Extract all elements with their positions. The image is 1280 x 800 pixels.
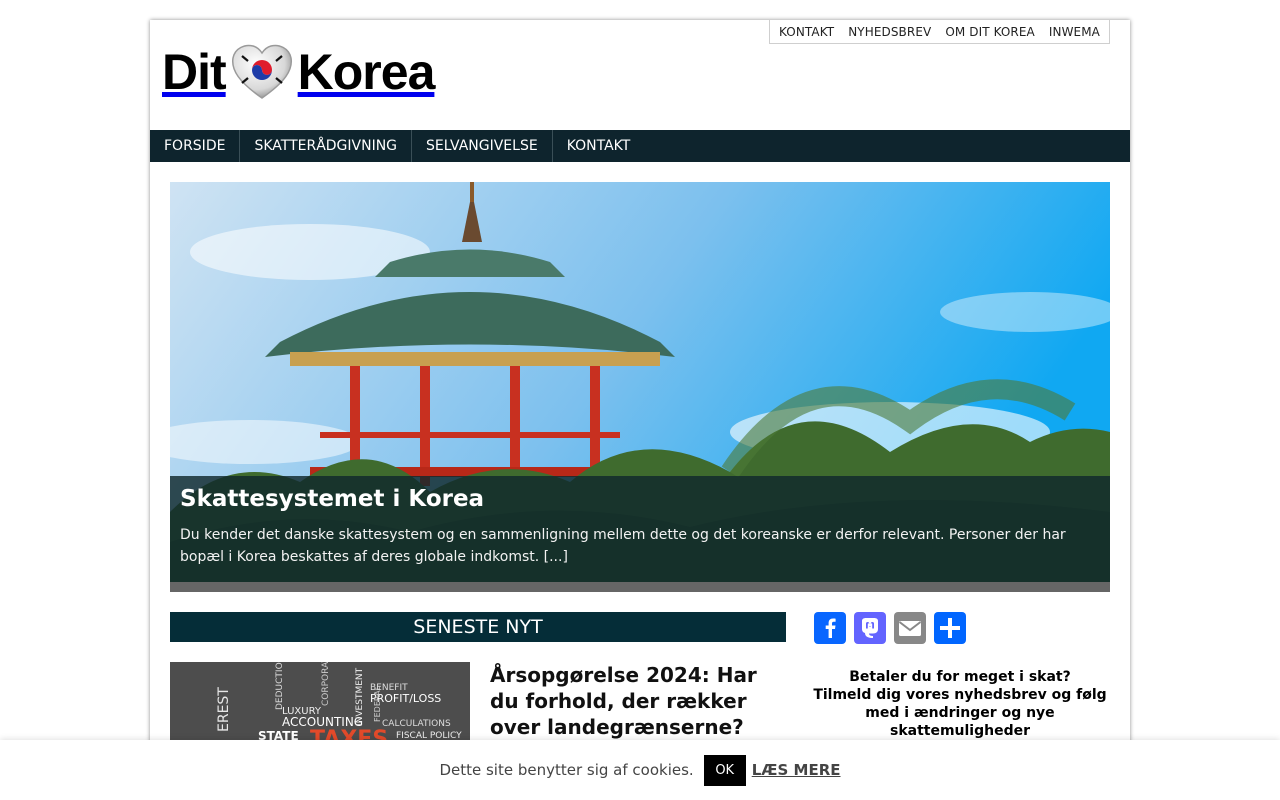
post-title-link[interactable]: Årsopgørelse 2024: Har du forhold, der r…: [490, 662, 780, 740]
top-nav-nyhedsbrev[interactable]: NYHEDSBREV: [841, 25, 938, 39]
logo-text-right: Korea: [297, 44, 436, 100]
facebook-icon[interactable]: [814, 612, 846, 644]
site-logo[interactable]: Dit Korea: [162, 42, 436, 102]
thumb-word: CORPORATE: [321, 662, 331, 706]
thumb-word: FEDERAL: [373, 685, 382, 722]
slide-caption[interactable]: Skattesystemet i Korea Du kender det dan…: [170, 476, 1110, 582]
featured-slider[interactable]: Skattesystemet i Korea Du kender det dan…: [170, 182, 1110, 592]
cookie-read-more-link[interactable]: LÆS MERE: [752, 761, 841, 779]
main-nav: FORSIDE SKATTERÅDGIVNING SELVANGIVELSE K…: [150, 130, 1130, 162]
thumb-word: EREST: [216, 687, 232, 732]
top-nav-om-dit-korea[interactable]: OM DIT KOREA: [938, 25, 1042, 39]
thumb-word: CALCULATIONS: [382, 719, 451, 729]
logo-text-left: Dit: [162, 44, 227, 100]
section-heading-latest: SENESTE NYT: [170, 612, 786, 642]
share-icon[interactable]: [934, 612, 966, 644]
cookie-ok-button[interactable]: OK: [703, 754, 746, 786]
email-icon[interactable]: [894, 612, 926, 644]
share-buttons: [814, 612, 966, 644]
slide-excerpt: Du kender det danske skattesystem og en …: [180, 527, 1066, 565]
main-nav-selvangivelse[interactable]: SELVANGIVELSE: [412, 130, 553, 162]
thumb-word: DEDUCTIONS: [275, 662, 285, 710]
top-nav: KONTAKT NYHEDSBREV OM DIT KOREA INWEMA: [768, 20, 1110, 44]
cookie-message: Dette site benytter sig af cookies.: [439, 761, 694, 779]
main-nav-forside[interactable]: FORSIDE: [150, 130, 241, 162]
slide-title[interactable]: Skattesystemet i Korea: [180, 486, 1100, 512]
cookie-banner: Dette site benytter sig af cookies. OK L…: [0, 740, 1280, 800]
slider-bar: [170, 582, 1110, 592]
main-nav-skatteradgivning[interactable]: SKATTERÅDGIVNING: [240, 130, 413, 162]
top-nav-kontakt[interactable]: KONTAKT: [772, 25, 841, 39]
mastodon-icon[interactable]: [854, 612, 886, 644]
promo-line-2: Tilmeld dig vores nyhedsbrev og følg med…: [813, 687, 1107, 739]
korea-flag-heart-icon: [229, 42, 295, 102]
top-nav-inwema[interactable]: INWEMA: [1042, 25, 1107, 39]
thumb-word: INVESTMENT: [355, 667, 365, 726]
main-nav-kontakt[interactable]: KONTAKT: [553, 130, 645, 162]
promo-line-1: Betaler du for meget i skat?: [849, 669, 1071, 685]
newsletter-promo: Betaler du for meget i skat? Tilmeld dig…: [800, 668, 1120, 740]
page-container: KONTAKT NYHEDSBREV OM DIT KOREA INWEMA D…: [150, 20, 1130, 800]
